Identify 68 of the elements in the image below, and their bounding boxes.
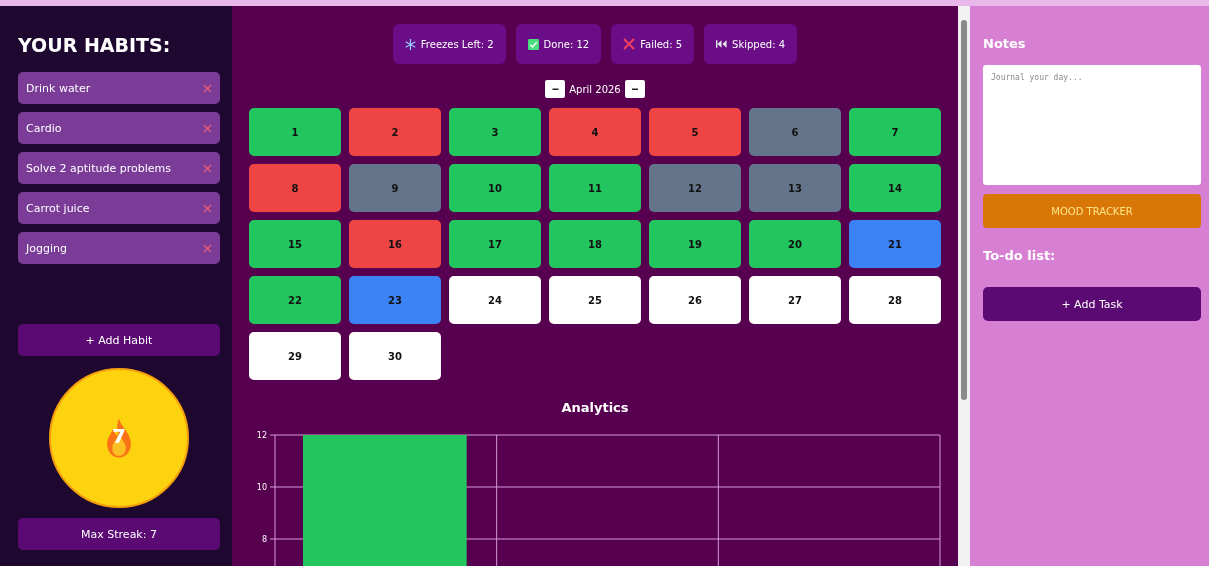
calendar-day[interactable]: 16 xyxy=(349,220,441,268)
calendar-day[interactable]: 12 xyxy=(649,164,741,212)
calendar-day[interactable]: 3 xyxy=(449,108,541,156)
delete-icon[interactable] xyxy=(203,203,212,213)
calendar-day[interactable]: 19 xyxy=(649,220,741,268)
calendar-day[interactable]: 14 xyxy=(849,164,941,212)
habit-item[interactable]: Solve 2 aptitude problems xyxy=(18,152,220,184)
calendar-day[interactable]: 28 xyxy=(849,276,941,324)
add-task-button[interactable]: + Add Task xyxy=(983,287,1201,321)
add-habit-button[interactable]: + Add Habit xyxy=(18,324,220,356)
calendar-day[interactable]: 10 xyxy=(449,164,541,212)
notes-field[interactable]: Journal your day... xyxy=(983,65,1201,185)
calendar-day[interactable]: 26 xyxy=(649,276,741,324)
y-tick-label: 10 xyxy=(256,483,267,492)
analytics-title: Analytics xyxy=(561,400,629,415)
previous-month-button[interactable]: − xyxy=(545,80,566,98)
habit-name: Drink water xyxy=(26,81,91,95)
calendar-day[interactable]: 11 xyxy=(549,164,641,212)
calendar-day[interactable]: 20 xyxy=(749,220,841,268)
habit-name: Solve 2 aptitude problems xyxy=(26,161,171,175)
sidebar-title: YOUR HABITS: xyxy=(18,34,172,56)
calendar-day[interactable]: 5 xyxy=(649,108,741,156)
calendar-day[interactable]: 30 xyxy=(349,332,441,380)
calendar-day[interactable]: 8 xyxy=(249,164,341,212)
calendar-day[interactable]: 15 xyxy=(249,220,341,268)
skip-back-icon xyxy=(716,40,728,48)
calendar-day[interactable]: 29 xyxy=(249,332,341,380)
calendar-day[interactable]: 18 xyxy=(549,220,641,268)
delete-icon[interactable] xyxy=(203,123,212,133)
cross-icon xyxy=(623,38,636,50)
habit-name: Cardio xyxy=(26,121,62,135)
todo-title: To-do list: xyxy=(983,248,1057,263)
notes-title: Notes xyxy=(983,36,1027,51)
delete-icon[interactable] xyxy=(203,163,212,173)
calendar-day[interactable]: 1 xyxy=(249,108,341,156)
scrollbar[interactable] xyxy=(958,6,970,566)
calendar-day[interactable]: 13 xyxy=(749,164,841,212)
calendar-day[interactable]: 25 xyxy=(549,276,641,324)
habit-name: Jogging xyxy=(26,241,67,255)
habit-item[interactable]: Carrot juice xyxy=(18,192,220,224)
habit-item[interactable]: Drink water xyxy=(18,72,220,104)
calendar-day[interactable]: 6 xyxy=(749,108,841,156)
check-box-icon xyxy=(527,38,539,50)
calendar-day[interactable]: 22 xyxy=(249,276,341,324)
calendar-day[interactable]: 4 xyxy=(549,108,641,156)
next-month-button[interactable]: − xyxy=(624,80,645,98)
habit-item[interactable]: Jogging xyxy=(18,232,220,264)
stat-label: Skipped: 4 xyxy=(732,38,786,50)
delete-icon[interactable] xyxy=(203,243,212,253)
calendar-day[interactable]: 7 xyxy=(849,108,941,156)
habit-name: Carrot juice xyxy=(26,201,90,215)
calendar-day[interactable]: 23 xyxy=(349,276,441,324)
calendar-day[interactable]: 21 xyxy=(849,220,941,268)
calendar-day[interactable]: 17 xyxy=(449,220,541,268)
max-streak-label: Max Streak: 7 xyxy=(18,518,220,550)
delete-icon[interactable] xyxy=(203,83,212,93)
stat-label: Done: 12 xyxy=(543,38,590,50)
month-label: April 2026 xyxy=(569,83,621,95)
calendar-day[interactable]: 24 xyxy=(449,276,541,324)
snowflake-icon xyxy=(404,38,416,50)
y-tick-label: 12 xyxy=(256,431,267,440)
stat-label: Failed: 5 xyxy=(640,38,683,50)
calendar-day[interactable]: 27 xyxy=(749,276,841,324)
y-tick-label: 8 xyxy=(261,535,267,544)
stat-label: Freezes Left: 2 xyxy=(420,38,494,50)
calendar-day[interactable]: 9 xyxy=(349,164,441,212)
habit-item[interactable]: Cardio xyxy=(18,112,220,144)
calendar-day[interactable]: 2 xyxy=(349,108,441,156)
